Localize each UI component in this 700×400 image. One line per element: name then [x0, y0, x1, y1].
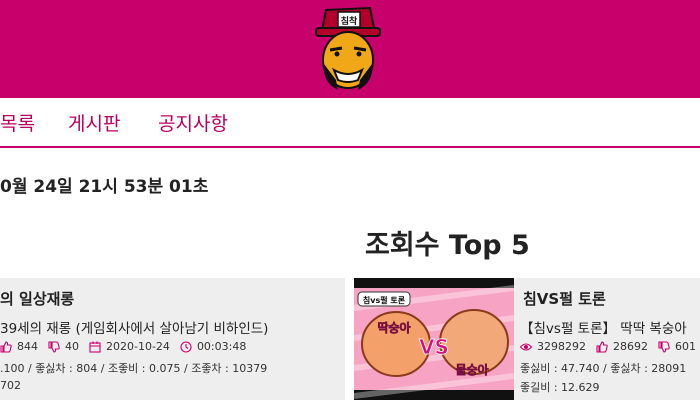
video-thumbnail[interactable]: 침vs펄 토론 딱숭아 VS 물숭아 [354, 278, 514, 400]
nav-item-list[interactable]: 목록 [0, 109, 35, 136]
calendar-icon [89, 341, 101, 353]
thumbnail-right-text: 물숭아 [455, 362, 488, 377]
section-title: 조회수 Top 5 [365, 230, 530, 261]
video-card-right[interactable]: 침vs펄 토론 딱숭아 VS 물숭아 침VS펄 토론 【침vs펄 토론】 딱딱 … [354, 278, 700, 400]
thumbs-down-icon [48, 340, 60, 353]
site-logo[interactable]: 침착 [308, 4, 388, 94]
nav-item-board[interactable]: 게시판 [68, 109, 120, 136]
like-count: 28692 [613, 340, 648, 353]
dislike-count: 40 [65, 340, 79, 353]
video-stats-extra: 좋길비 : 12.629 [520, 381, 600, 394]
thumbnail-vs-text: VS [419, 335, 449, 359]
video-card-left[interactable]: 의 일상재롱 39세의 재롱 (게임회사에서 살아남기 비하인드) 844 40… [0, 278, 345, 400]
view-count: 3298292 [537, 340, 586, 353]
video-subtitle[interactable]: 【침vs펄 토론】 딱딱 복숭아 [520, 317, 687, 337]
dislike-count: 601 [675, 340, 696, 353]
video-meta: 3298292 28692 601 [520, 340, 696, 353]
site-header: 침착 [0, 0, 700, 98]
main-nav: 목록 게시판 공지사항 [0, 98, 700, 148]
svg-text:침착: 침착 [341, 15, 358, 27]
video-subtitle[interactable]: 39세의 재롱 (게임회사에서 살아남기 비하인드) [0, 317, 268, 337]
like-count: 844 [17, 340, 38, 353]
thumbs-up-icon [596, 340, 608, 353]
thumbs-up-icon [0, 340, 12, 353]
video-stats: 좋싫비 : 47.740 / 좋싫차 : 28091 [520, 362, 687, 375]
video-stats: .100 / 좋싫차 : 804 / 조좋비 : 0.075 / 조좋차 : 1… [0, 362, 268, 375]
video-meta: 844 40 2020-10-24 00:03:48 [0, 340, 246, 353]
nav-item-notice[interactable]: 공지사항 [158, 109, 228, 136]
thumbs-down-icon [658, 340, 670, 353]
eye-icon [520, 341, 532, 353]
thumbnail-badge-text: 침vs펄 토론 [363, 295, 406, 305]
video-title[interactable]: 침VS펄 토론 [523, 288, 606, 309]
current-datetime: 0월 24일 21시 53분 01초 [0, 177, 209, 197]
upload-date: 2020-10-24 [106, 340, 170, 353]
clock-icon [180, 340, 192, 353]
thumbnail-left-text: 딱숭아 [377, 320, 410, 335]
video-stats-extra: 702 [0, 379, 21, 392]
video-duration: 00:03:48 [196, 340, 247, 353]
video-title[interactable]: 의 일상재롱 [0, 288, 74, 309]
